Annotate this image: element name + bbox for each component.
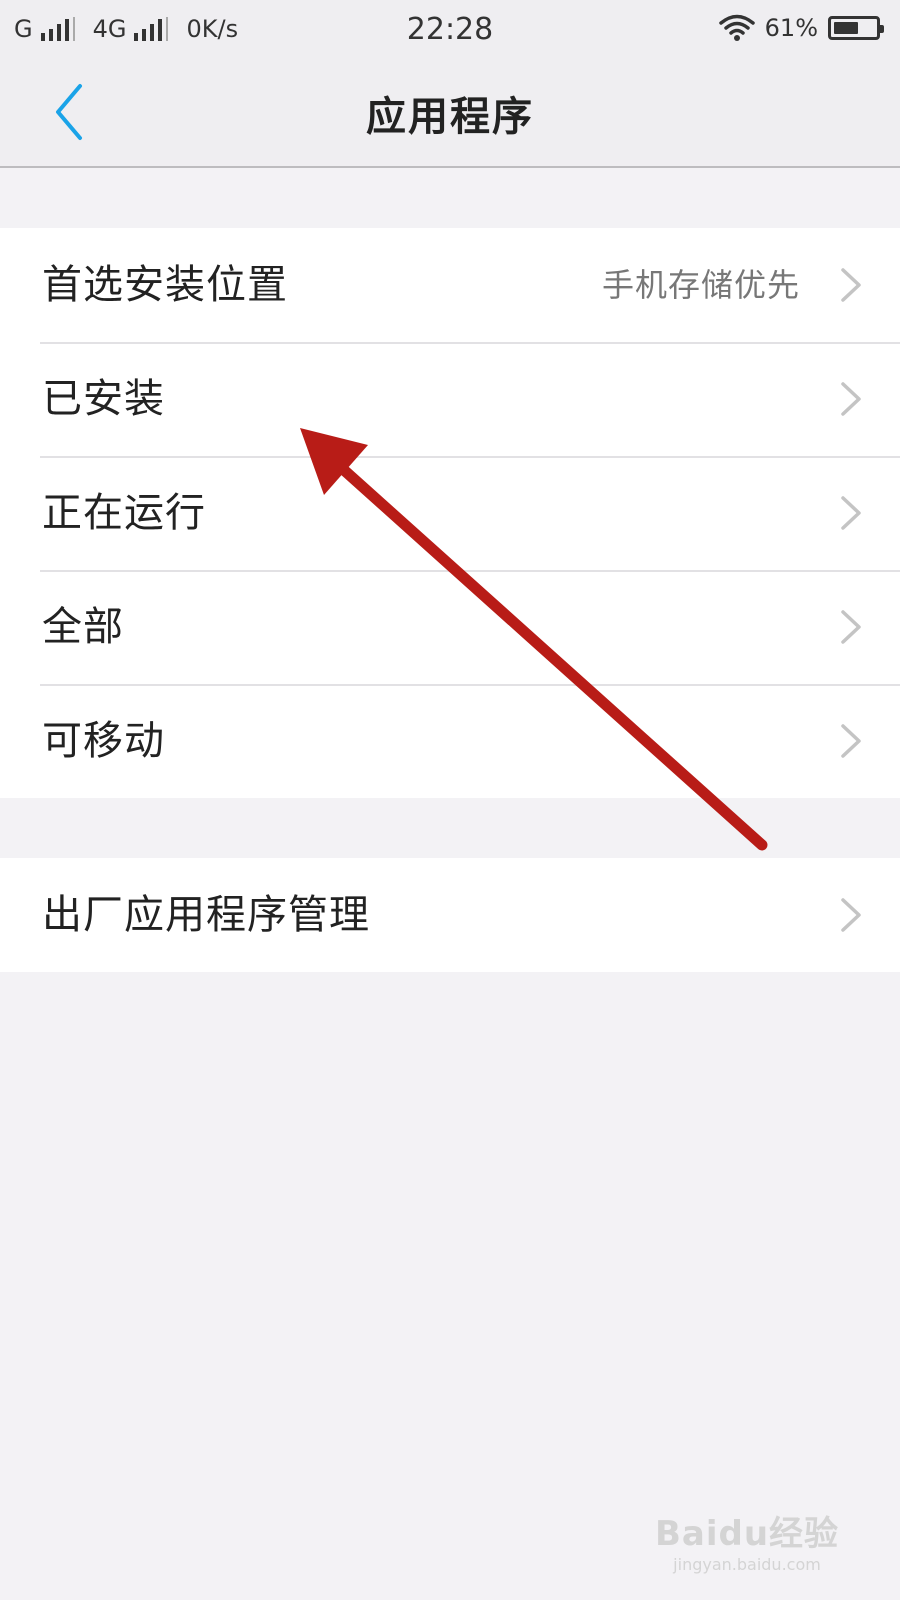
settings-row-factory-apps[interactable]: 出厂应用程序管理 bbox=[0, 858, 900, 972]
chevron-right-icon bbox=[841, 898, 861, 932]
watermark-brand: Baidu经验 bbox=[654, 1514, 840, 1554]
battery-tip bbox=[880, 25, 884, 33]
status-right: 61% bbox=[718, 12, 884, 44]
chevron-right-icon bbox=[841, 268, 861, 302]
watermark-url: jingyan.baidu.com bbox=[673, 1555, 821, 1574]
row-label: 已安装 bbox=[42, 376, 165, 422]
page-title: 应用程序 bbox=[366, 94, 534, 140]
row-label: 全部 bbox=[42, 604, 124, 650]
settings-row-running[interactable]: 正在运行 bbox=[0, 456, 900, 570]
chevron-right-icon bbox=[841, 382, 861, 416]
settings-row-install-location[interactable]: 首选安装位置 手机存储优先 bbox=[0, 228, 900, 342]
settings-group-app-lists: 首选安装位置 手机存储优先 已安装 正在运行 全部 可移动 bbox=[0, 228, 900, 798]
chevron-right-icon bbox=[841, 724, 861, 758]
status-bar: G 4G 0K/s 22:28 61% bbox=[0, 0, 900, 58]
row-value: 手机存储优先 bbox=[601, 266, 800, 304]
row-label: 正在运行 bbox=[42, 490, 206, 536]
row-label: 出厂应用程序管理 bbox=[42, 892, 370, 938]
chevron-right-icon bbox=[841, 496, 861, 530]
battery-percent: 61% bbox=[764, 14, 818, 42]
chevron-right-icon bbox=[841, 610, 861, 644]
row-label: 可移动 bbox=[42, 718, 165, 764]
nav-bar: 应用程序 bbox=[0, 58, 900, 168]
battery-fill bbox=[834, 22, 858, 34]
settings-row-installed[interactable]: 已安装 bbox=[0, 342, 900, 456]
watermark-logo: Baidu经验 jingyan.baidu.com bbox=[652, 1506, 842, 1574]
settings-row-movable[interactable]: 可移动 bbox=[0, 684, 900, 798]
settings-group-factory: 出厂应用程序管理 bbox=[0, 858, 900, 972]
settings-row-all[interactable]: 全部 bbox=[0, 570, 900, 684]
row-label: 首选安装位置 bbox=[42, 262, 288, 308]
wifi-icon bbox=[718, 14, 755, 41]
battery-icon bbox=[828, 16, 884, 40]
